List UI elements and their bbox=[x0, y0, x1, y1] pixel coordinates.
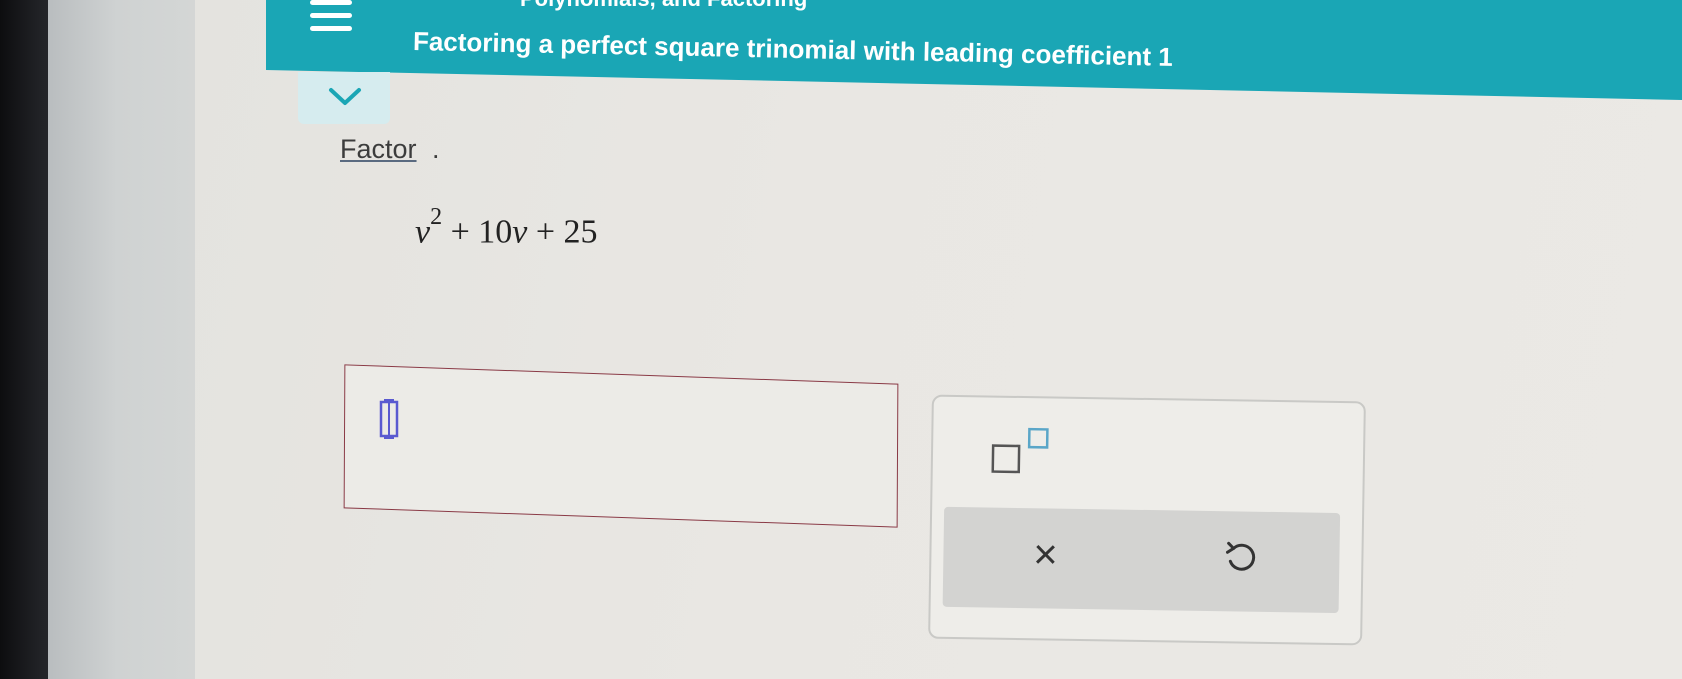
undo-button[interactable] bbox=[1223, 539, 1260, 576]
breadcrumb: Polynomials, and Factoring bbox=[520, 0, 807, 12]
expr-middle: + 10 bbox=[442, 213, 513, 251]
expr-tail: + 25 bbox=[527, 213, 598, 251]
instruction-punctuation: . bbox=[432, 134, 440, 164]
factor-link[interactable]: Factor bbox=[340, 134, 417, 165]
problem-expression: v2 + 10v + 25 bbox=[415, 204, 598, 251]
expr-exponent: 2 bbox=[430, 204, 443, 230]
text-cursor-icon bbox=[378, 398, 400, 440]
superscript-button[interactable] bbox=[991, 426, 1062, 477]
expr-middle-variable: v bbox=[512, 213, 528, 251]
clear-button[interactable]: × bbox=[1025, 530, 1066, 577]
hamburger-menu-icon[interactable] bbox=[310, 0, 352, 34]
action-bar: × bbox=[942, 506, 1341, 614]
superscript-icon bbox=[991, 427, 1049, 474]
collapse-toggle-button[interactable] bbox=[298, 72, 390, 124]
chevron-down-icon bbox=[329, 88, 361, 105]
expr-variable: v bbox=[415, 213, 431, 251]
answer-input[interactable] bbox=[343, 364, 899, 528]
math-keypad: × bbox=[928, 394, 1366, 646]
undo-icon bbox=[1226, 541, 1256, 571]
